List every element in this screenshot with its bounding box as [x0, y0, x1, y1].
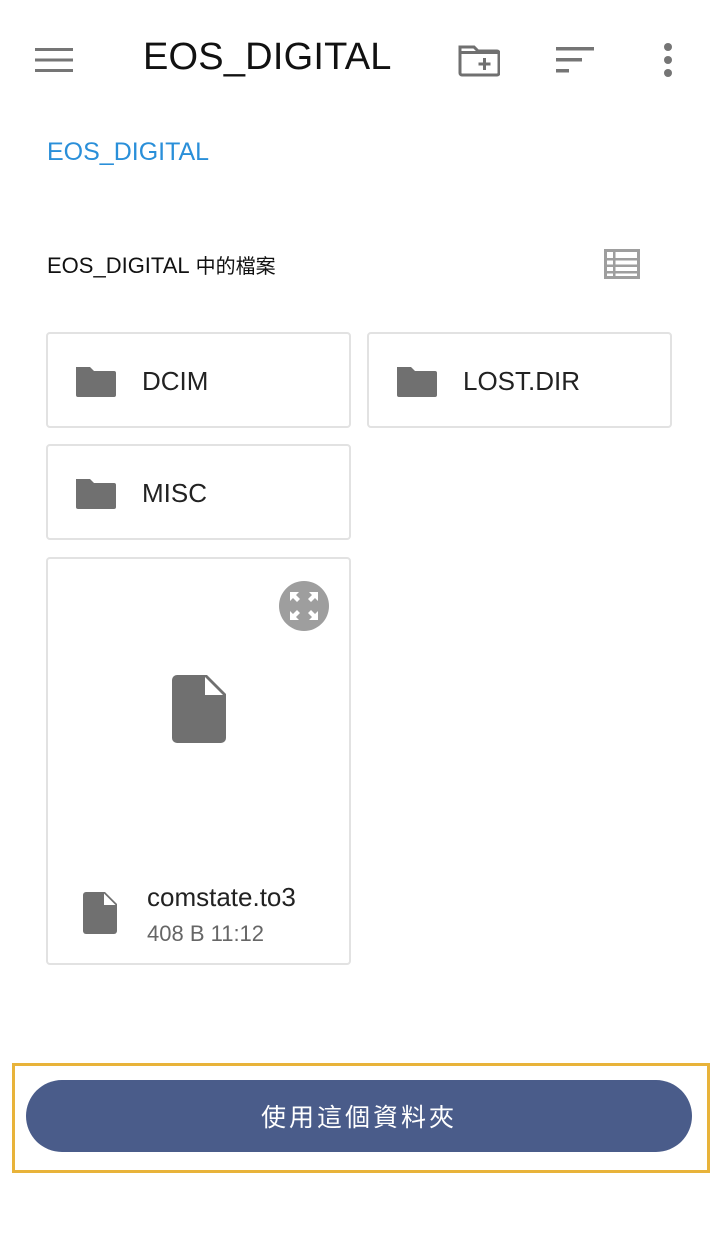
more-vert-icon: [664, 43, 672, 77]
menu-button[interactable]: [30, 38, 78, 82]
section-title: EOS_DIGITAL 中的檔案: [47, 250, 276, 279]
file-thumbnail-icon: [172, 675, 226, 743]
folder-icon: [76, 479, 116, 509]
preview-expand-button[interactable]: [279, 581, 329, 631]
folder-icon: [397, 367, 437, 397]
list-view-icon: [604, 249, 640, 279]
file-icon: [83, 892, 117, 934]
folder-icon: [76, 367, 116, 397]
file-meta: 408 B 11:12: [147, 921, 265, 946]
hamburger-icon: [35, 48, 73, 72]
section-title-folder: EOS_DIGITAL: [47, 253, 190, 278]
sort-button[interactable]: [551, 36, 599, 84]
folder-name: MISC: [142, 478, 207, 508]
folder-card-misc[interactable]: MISC: [46, 444, 351, 540]
top-app-bar: EOS_DIGITAL: [0, 0, 720, 120]
sort-icon: [556, 47, 594, 73]
folder-card-dcim[interactable]: DCIM: [46, 332, 351, 428]
create-folder-icon: [458, 45, 500, 77]
folder-card-lost-dir[interactable]: LOST.DIR: [367, 332, 672, 428]
file-name: comstate.to3: [147, 882, 296, 912]
folder-name: LOST.DIR: [463, 366, 581, 396]
app-title: EOS_DIGITAL: [143, 36, 392, 78]
folder-name: DCIM: [142, 366, 209, 396]
more-options-button[interactable]: [644, 36, 692, 84]
file-card-comstate[interactable]: comstate.to3 408 B 11:12: [46, 557, 351, 965]
use-this-folder-button[interactable]: 使用這個資料夾: [26, 1080, 692, 1152]
fullscreen-icon: [290, 592, 318, 620]
view-toggle-button[interactable]: [600, 244, 644, 284]
breadcrumb[interactable]: EOS_DIGITAL: [47, 138, 209, 167]
new-folder-button[interactable]: [455, 36, 503, 84]
section-title-suffix: 中的檔案: [195, 254, 276, 278]
